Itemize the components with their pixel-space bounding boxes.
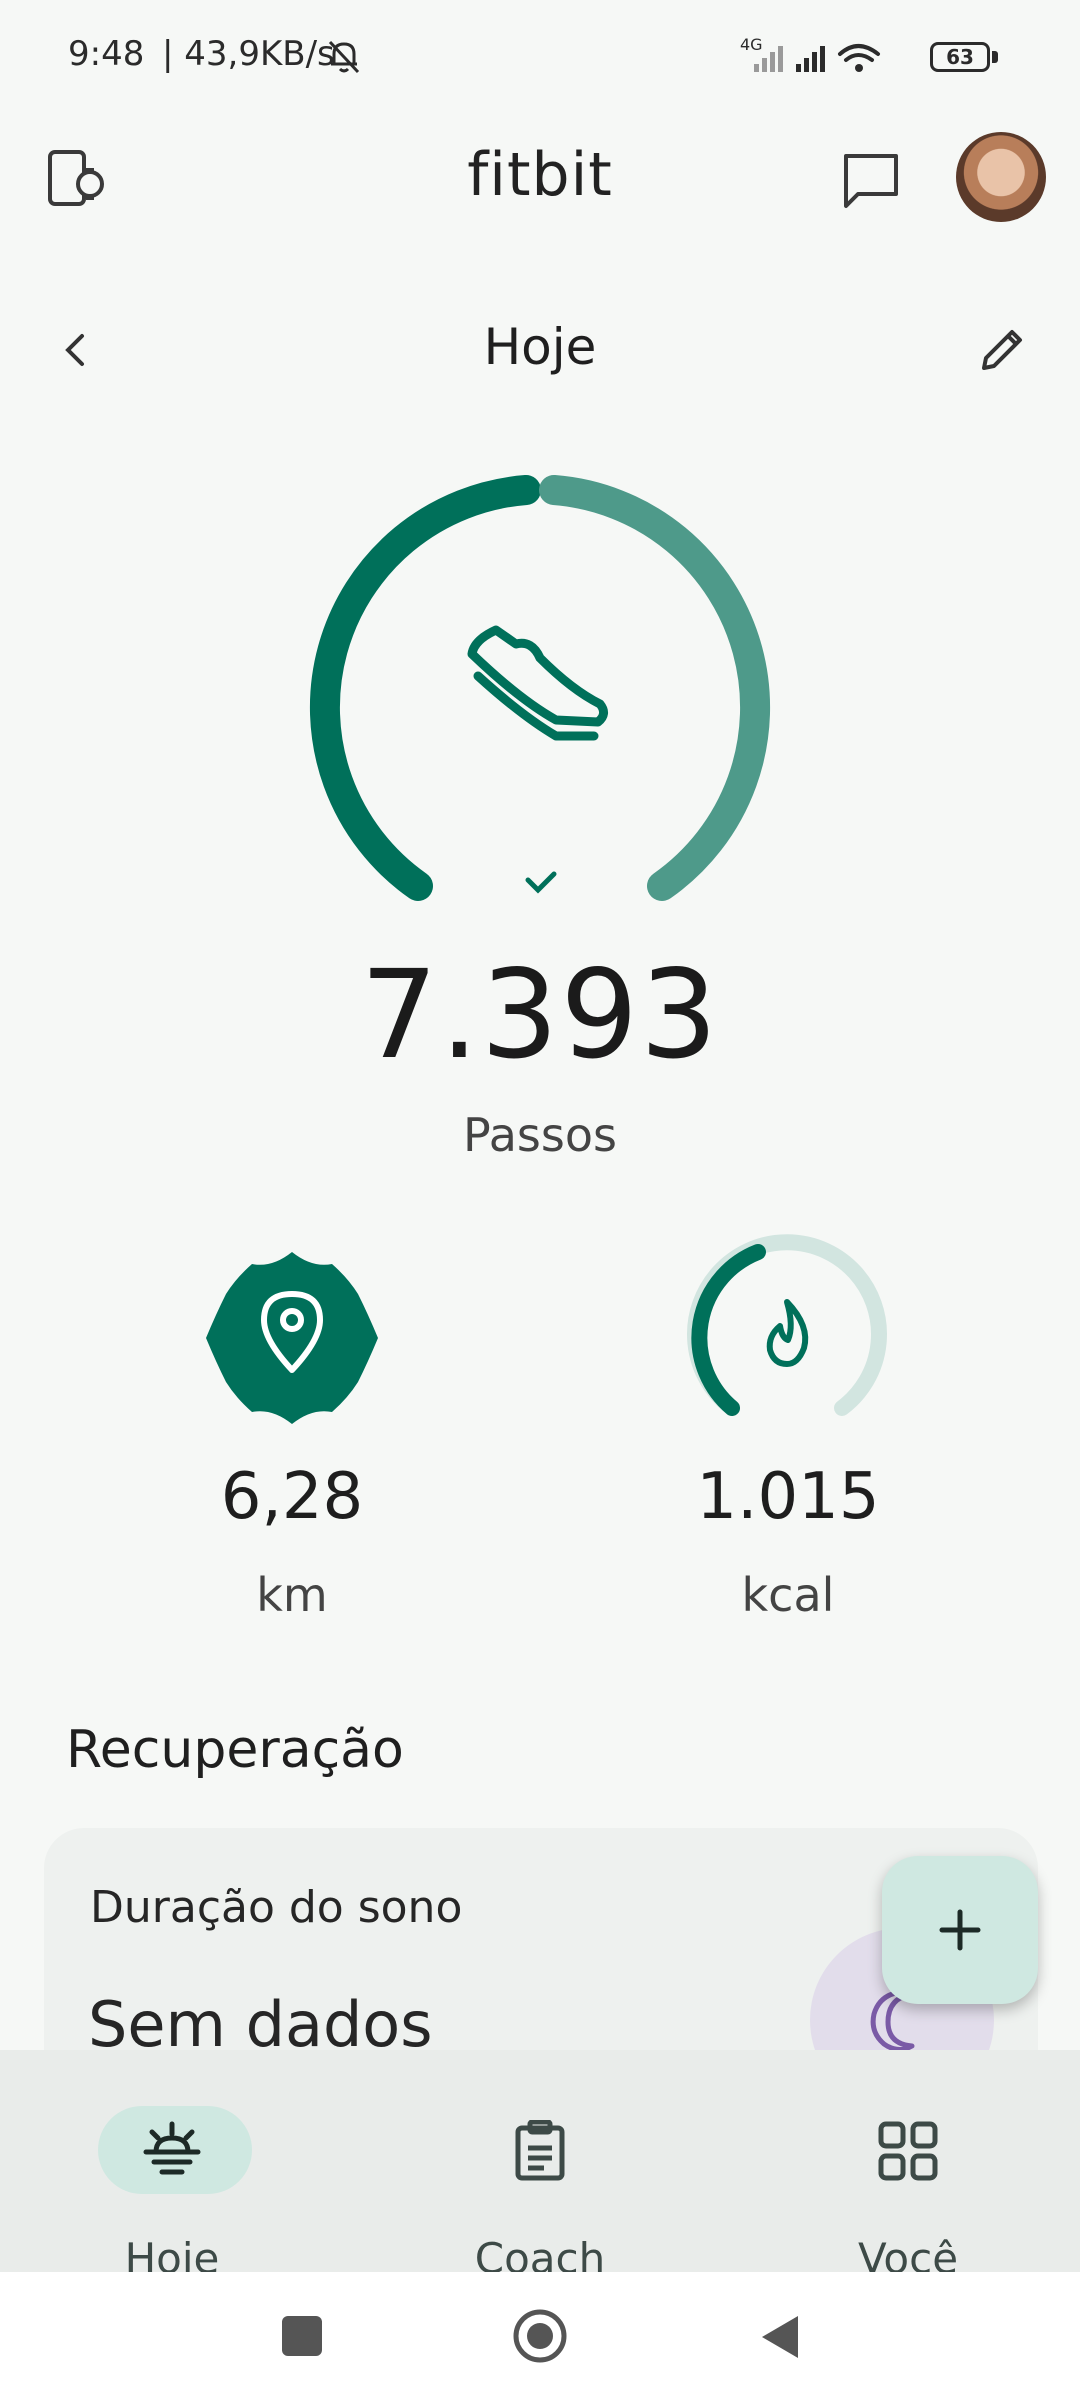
recovery-section-title: Recuperação — [66, 1720, 404, 1780]
calories-ring[interactable] — [682, 1230, 892, 1444]
add-button[interactable] — [882, 1856, 1038, 2004]
check-icon — [525, 871, 557, 894]
shoe-icon — [467, 625, 608, 741]
system-nav-bar — [0, 2272, 1080, 2400]
plus-icon — [939, 1909, 981, 1951]
app-title: fitbit — [467, 140, 613, 210]
flame-icon — [766, 1299, 809, 1367]
sleep-card-title: Duração do sono — [90, 1882, 463, 1933]
distance-unit: km — [256, 1568, 328, 1622]
status-network-speed: | 43,9KB/s — [162, 34, 335, 74]
calories-unit: kcal — [741, 1568, 835, 1622]
distance-badge[interactable] — [202, 1248, 382, 1432]
bell-off-icon — [324, 36, 364, 80]
grid-icon — [758, 2120, 1058, 2182]
status-bar: 9:48 | 43,9KB/s 4G 63 — [0, 0, 1080, 118]
bottom-nav: Hoje Coach Você — [0, 2050, 1080, 2283]
status-time: 9:48 — [68, 34, 145, 74]
signal-wifi-icons: 4G — [738, 34, 918, 82]
calories-value: 1.015 — [696, 1460, 880, 1534]
nav-item-hoje[interactable]: Hoje — [22, 2080, 322, 2283]
sunrise-icon — [22, 2120, 322, 2180]
back-button[interactable] — [758, 2312, 802, 2366]
badge-shape — [206, 1252, 378, 1424]
network-type-label: 4G — [740, 35, 763, 54]
clipboard-icon — [390, 2120, 690, 2182]
steps-value: 7.393 — [360, 944, 720, 1086]
battery-icon: 63 — [930, 42, 990, 72]
steps-ring-overflow — [539, 475, 771, 901]
steps-label: Passos — [463, 1108, 617, 1162]
date-title: Hoje — [483, 318, 597, 376]
battery-tip — [992, 51, 998, 63]
nav-item-coach[interactable]: Coach — [390, 2080, 690, 2283]
recents-button[interactable] — [282, 2316, 322, 2356]
steps-ring[interactable] — [300, 470, 780, 930]
pencil-icon[interactable] — [974, 322, 1030, 382]
nav-item-voce[interactable]: Você — [758, 2080, 1058, 2283]
avatar[interactable] — [956, 132, 1046, 222]
distance-value: 6,28 — [220, 1460, 364, 1534]
home-button[interactable] — [512, 2308, 568, 2368]
messages-icon[interactable] — [840, 150, 902, 214]
